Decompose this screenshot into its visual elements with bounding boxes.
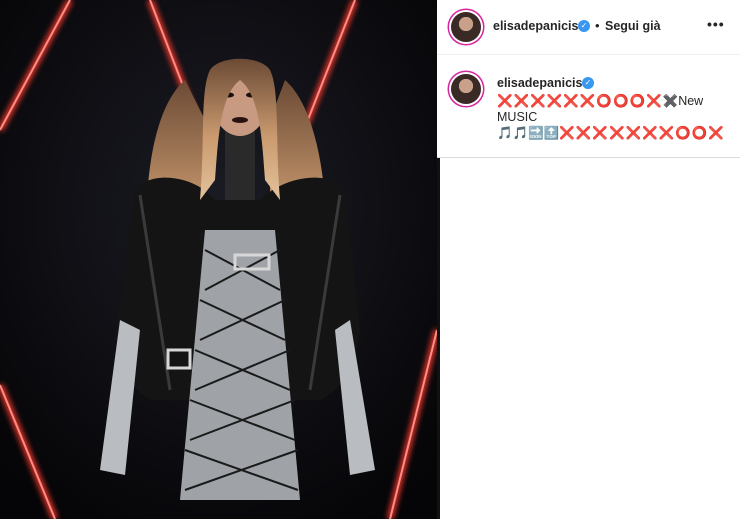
avatar[interactable]	[451, 12, 481, 42]
photo-image	[0, 0, 437, 519]
post-side-panel: elisadepanicis ✓ • Segui già ••• elisade…	[437, 0, 740, 158]
caption-text: ❌❌❌❌❌❌⭕⭕⭕❌✖️New MUSIC 🎵🎵🔜🔝❌❌❌❌❌❌❌⭕⭕❌	[497, 93, 732, 141]
post-photo[interactable]	[0, 0, 437, 519]
caption-verified-badge-icon: ✓	[582, 77, 594, 89]
verified-badge-icon: ✓	[578, 20, 590, 32]
caption-symbols-line1: ❌❌❌❌❌❌⭕⭕⭕❌	[497, 94, 663, 108]
caption-avatar[interactable]	[451, 74, 481, 104]
post-header: elisadepanicis ✓ • Segui già •••	[437, 0, 740, 55]
following-button[interactable]: Segui già	[605, 19, 661, 33]
caption-username[interactable]: elisadepanicis	[497, 76, 582, 90]
panel-divider	[437, 157, 440, 519]
caption-marks-line2: ❌❌❌❌❌❌❌⭕⭕❌	[559, 126, 725, 140]
more-options-icon[interactable]: •••	[707, 16, 725, 32]
caption-symbols-line2: 🎵🎵🔜🔝	[497, 126, 560, 140]
separator-dot: •	[595, 18, 600, 33]
caption-section: elisadepanicis ✓ ❌❌❌❌❌❌⭕⭕⭕❌✖️New MUSIC 🎵…	[437, 55, 740, 155]
header-username[interactable]: elisadepanicis	[493, 19, 578, 33]
